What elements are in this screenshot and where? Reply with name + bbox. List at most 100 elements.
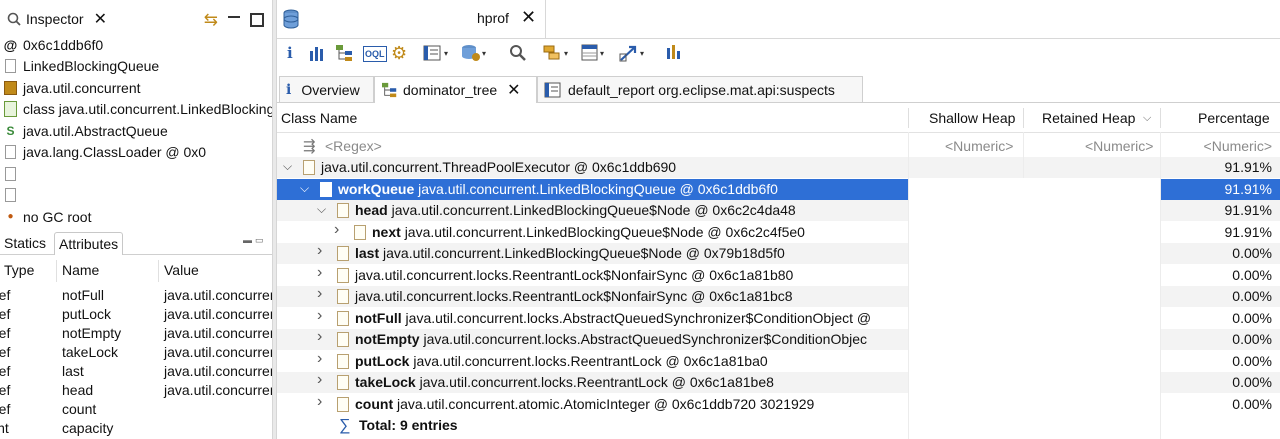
chevron-right-icon[interactable]: › <box>317 285 322 303</box>
histogram-icon[interactable] <box>309 42 327 64</box>
export-icon[interactable]: ▾ <box>619 42 644 64</box>
table-row[interactable]: ref count <box>0 401 272 420</box>
calculate-icon[interactable]: ▾ <box>581 42 604 64</box>
table-row[interactable]: ref takeLock java.util.concurrent <box>0 344 272 363</box>
inspector-line-text: java.util.concurrent <box>23 79 141 96</box>
close-icon[interactable]: ✕ <box>94 9 107 29</box>
percentage-cell: 91.91% <box>1224 159 1272 175</box>
attr-name: count <box>62 401 97 417</box>
tab-default-report[interactable]: default_report org.eclipse.mat.api:suspe… <box>537 76 863 102</box>
chevron-right-icon[interactable]: › <box>317 242 322 260</box>
column-name[interactable]: Name <box>62 262 99 278</box>
class-name-cell: notEmpty java.util.concurrent.locks.Abst… <box>337 329 902 350</box>
class-filter-input[interactable]: <Regex> <box>325 136 382 157</box>
attr-name: putLock <box>62 306 112 322</box>
attr-value: java.util.concurrent <box>164 306 272 322</box>
attr-value: java.util.concurrent <box>164 325 272 341</box>
report-icon <box>544 82 561 97</box>
table-row[interactable]: ref last java.util.concurrent <box>0 363 272 382</box>
table-row[interactable]: ref putLock java.util.concurrent <box>0 306 272 325</box>
tab-overview[interactable]: i Overview <box>279 76 374 102</box>
percentage-filter-input[interactable]: <Numeric> <box>1204 136 1272 157</box>
percentage-cell: 91.91% <box>1224 202 1272 218</box>
group-by-icon[interactable]: ▾ <box>543 42 568 64</box>
tab-dominator-tree[interactable]: dominator_tree ✕ <box>374 76 537 103</box>
chevron-right-icon[interactable]: › <box>317 264 322 282</box>
chevron-down-icon[interactable]: ⌵ <box>317 202 326 217</box>
chevron-down-icon[interactable]: ⌵ <box>300 181 309 196</box>
at-sign-icon: @ <box>3 36 18 53</box>
maximize-icon[interactable]: ▭ <box>255 235 264 246</box>
minimize-icon[interactable] <box>228 16 240 18</box>
chevron-right-icon[interactable]: › <box>317 307 322 325</box>
thread-icon[interactable]: ⚙ <box>391 42 407 64</box>
inspector-line <box>0 163 23 184</box>
search-icon[interactable] <box>509 42 527 64</box>
document-icon <box>4 166 17 182</box>
attr-type: ref <box>0 363 11 379</box>
object-icon <box>337 353 349 369</box>
table-row[interactable]: ⌵ java.util.concurrent.ThreadPoolExecutor… <box>277 157 1280 178</box>
inspector-line-text: no GC root <box>23 208 92 225</box>
chevron-right-icon[interactable]: › <box>317 393 322 411</box>
field-name: head <box>355 202 388 218</box>
field-name: notEmpty <box>355 331 420 347</box>
attr-name: capacity <box>62 420 114 436</box>
table-row[interactable]: ref notEmpty java.util.concurrent <box>0 325 272 344</box>
column-class-name[interactable]: Class Name <box>281 104 357 132</box>
link-with-editor-icon[interactable]: ⇆ <box>204 10 218 30</box>
inspector-line-text: LinkedBlockingQueue <box>23 58 160 74</box>
pie-chart-icon[interactable] <box>665 42 683 64</box>
attr-type: ref <box>0 325 11 341</box>
editor-tab[interactable]: hprof ✕ <box>277 0 546 38</box>
chevron-down-icon[interactable]: ⌵ <box>283 159 292 174</box>
object-label: java.util.concurrent.atomic.AtomicIntege… <box>397 395 815 412</box>
column-shallow-heap[interactable]: Shallow Heap <box>929 104 1015 132</box>
heap-dump-overview-icon[interactable]: ▾ <box>461 42 486 64</box>
dominator-tree-icon[interactable] <box>335 42 355 64</box>
table-row[interactable]: int capacity <box>0 420 272 439</box>
field-name: count <box>355 395 394 412</box>
shallow-filter-input[interactable]: <Numeric> <box>945 136 1013 157</box>
field-name: notFull <box>355 309 402 326</box>
database-icon <box>283 9 299 29</box>
chevron-right-icon[interactable]: › <box>317 371 322 389</box>
inspector-icon <box>7 12 21 26</box>
chevron-right-icon[interactable]: › <box>317 328 322 346</box>
attr-type: ref <box>0 344 11 360</box>
percentage-cell: 0.00% <box>1232 288 1272 304</box>
column-type[interactable]: Type <box>4 262 34 278</box>
tab-attributes[interactable]: Attributes <box>54 232 124 255</box>
chevron-right-icon[interactable]: › <box>317 350 322 368</box>
close-icon[interactable]: ✕ <box>521 7 536 28</box>
column-retained-heap[interactable]: Retained Heap <box>1042 104 1135 132</box>
info-icon[interactable]: i <box>287 42 293 64</box>
class-name-cell: java.util.concurrent.locks.ReentrantLock… <box>337 286 902 307</box>
object-label: java.util.concurrent.ThreadPoolExecutor … <box>321 159 677 175</box>
class-name-cell: last java.util.concurrent.LinkedBlocking… <box>337 243 902 264</box>
minimize-icon[interactable]: ▬ <box>243 235 252 245</box>
object-icon <box>337 396 349 412</box>
inspector-line: @0x6c1ddb6f0 <box>0 34 104 55</box>
attr-value: java.util.concurrent <box>164 344 272 360</box>
document-icon <box>4 58 17 74</box>
query-browser-icon[interactable]: ▾ <box>423 42 448 64</box>
tab-default-report-label: default_report org.eclipse.mat.api:suspe… <box>568 81 835 98</box>
tab-statics[interactable]: Statics <box>0 232 50 254</box>
percentage-cell: 0.00% <box>1232 374 1272 390</box>
inspector-tab[interactable]: Inspector ✕ <box>0 6 115 32</box>
maximize-icon[interactable] <box>250 13 264 27</box>
close-icon[interactable]: ✕ <box>507 80 520 100</box>
table-row[interactable]: ref notFull java.util.concurrent <box>0 287 272 306</box>
retained-filter-input[interactable]: <Numeric> <box>1085 136 1153 157</box>
oql-icon[interactable]: OQL <box>363 46 387 62</box>
column-percentage[interactable]: Percentage <box>1198 104 1270 132</box>
attr-name: notFull <box>62 287 105 303</box>
column-value[interactable]: Value <box>164 262 199 278</box>
total-label: Total: 9 entries <box>359 417 458 433</box>
chevron-right-icon[interactable]: › <box>334 221 339 239</box>
class-name-cell: next java.util.concurrent.LinkedBlocking… <box>354 222 902 243</box>
table-row[interactable]: ref head java.util.concurrent <box>0 382 272 401</box>
document-icon <box>4 187 17 203</box>
sort-descending-icon[interactable]: ⌵ <box>1143 104 1151 132</box>
